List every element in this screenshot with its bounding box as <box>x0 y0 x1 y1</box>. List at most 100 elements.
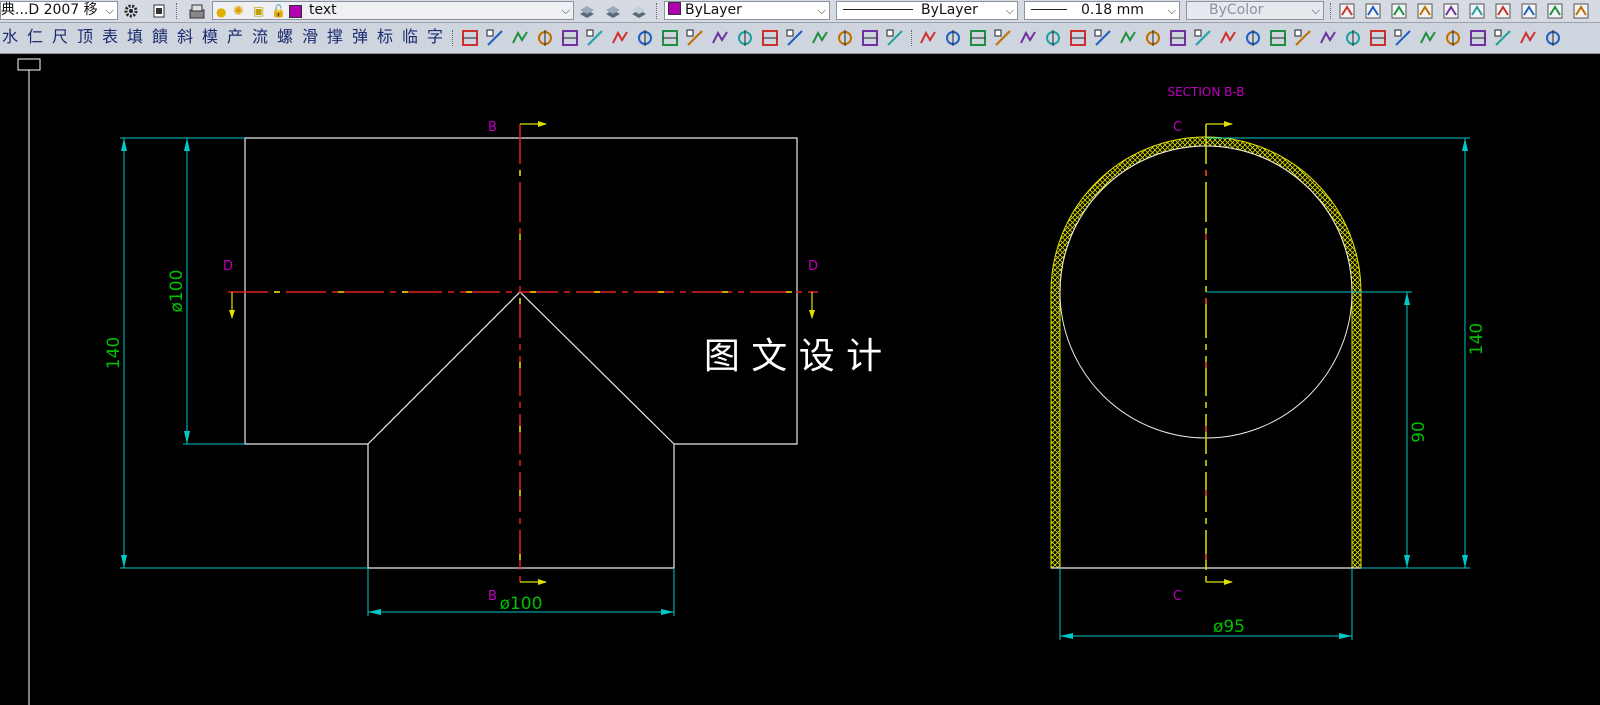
drawing-tool-icon[interactable] <box>1018 28 1038 48</box>
drawing-tool-icon[interactable] <box>485 28 505 48</box>
quick-tool-icon[interactable] <box>1364 2 1382 20</box>
drawing-tool-icon[interactable] <box>1543 28 1563 48</box>
drawing-tool-icon[interactable] <box>1118 28 1138 48</box>
section-arrow-c-bottom <box>1206 579 1233 585</box>
cjk-command-button[interactable]: 水 <box>0 27 20 47</box>
drawing-tool-icon[interactable] <box>760 28 780 48</box>
drawing-tool-icon[interactable] <box>968 28 988 48</box>
make-current-layer-icon[interactable] <box>578 2 596 20</box>
drawing-tool-icon[interactable] <box>1518 28 1538 48</box>
quick-tool-icon[interactable] <box>1520 2 1538 20</box>
drawing-tool-icon[interactable] <box>785 28 805 48</box>
drawing-tool-icon[interactable] <box>1143 28 1163 48</box>
quick-tool-icon[interactable] <box>1546 2 1564 20</box>
linetype-sample <box>843 9 913 10</box>
dim-text-section-140: 140 <box>1467 323 1487 355</box>
cjk-command-button[interactable]: 字 <box>425 27 445 47</box>
drawing-tool-icon[interactable] <box>510 28 530 48</box>
chevron-down-icon: ⌵ <box>1167 4 1176 17</box>
style-manager-icon[interactable] <box>150 2 168 20</box>
drawing-tool-icon[interactable] <box>810 28 830 48</box>
watermark-text: 图 文 设 计 <box>704 336 882 377</box>
drawing-tool-icon[interactable] <box>835 28 855 48</box>
drawing-tool-icon[interactable] <box>1243 28 1263 48</box>
cjk-command-button[interactable]: 流 <box>250 27 270 47</box>
drawing-tool-icon[interactable] <box>1343 28 1363 48</box>
drawing-tool-icon[interactable] <box>1193 28 1213 48</box>
drawing-tool-icon[interactable] <box>1293 28 1313 48</box>
tools-toolbar: 水仁尺顶表填饋斜模产流螺滑撑弹标临字 <box>0 23 1600 54</box>
linetype-dropdown[interactable]: ByLayer ⌵ <box>836 1 1018 20</box>
layer-properties-icon[interactable] <box>188 2 206 20</box>
drawing-tool-icon[interactable] <box>1218 28 1238 48</box>
color-dropdown[interactable]: ByLayer ⌵ <box>664 1 830 20</box>
drawing-tool-icon[interactable] <box>943 28 963 48</box>
drawing-tool-icon[interactable] <box>1443 28 1463 48</box>
drawing-tool-icon[interactable] <box>1493 28 1513 48</box>
quick-tool-icon[interactable] <box>1338 2 1356 20</box>
drawing-canvas[interactable]: B B D D 140 ø100 ø100 图 文 设 计 SECTION B-… <box>0 54 1600 705</box>
chevron-down-icon: ⌵ <box>561 4 570 17</box>
text-style-dropdown[interactable]: 典...D 2007 移 ⌵ <box>0 1 118 20</box>
drawing-tool-icon[interactable] <box>660 28 680 48</box>
cjk-command-button[interactable]: 仁 <box>25 27 45 47</box>
drawing-tool-icon[interactable] <box>1418 28 1438 48</box>
layer-color-swatch <box>289 5 302 18</box>
lineweight-sample <box>1031 9 1067 10</box>
drawing-tool-icon[interactable] <box>1368 28 1388 48</box>
cjk-command-button[interactable]: 标 <box>375 27 395 47</box>
cjk-command-button[interactable]: 弹 <box>350 27 370 47</box>
drawing-tool-icon[interactable] <box>1468 28 1488 48</box>
quick-tool-icon[interactable] <box>1468 2 1486 20</box>
drawing-tool-icon[interactable] <box>1393 28 1413 48</box>
drawing-tool-icon[interactable] <box>1268 28 1288 48</box>
drawing-tool-icon[interactable] <box>460 28 480 48</box>
quick-tool-icon[interactable] <box>1416 2 1434 20</box>
cjk-command-button[interactable]: 饋 <box>150 27 170 47</box>
cjk-command-button[interactable]: 产 <box>225 27 245 47</box>
drawing-tool-icon[interactable] <box>1068 28 1088 48</box>
lineweight-dropdown[interactable]: 0.18 mm ⌵ <box>1024 1 1180 20</box>
layer-name: text <box>309 2 337 18</box>
cjk-command-button[interactable]: 螺 <box>275 27 295 47</box>
drawing-tool-icon[interactable] <box>993 28 1013 48</box>
cjk-command-button[interactable]: 顶 <box>75 27 95 47</box>
quick-tool-icon[interactable] <box>1572 2 1590 20</box>
cjk-command-button[interactable]: 临 <box>400 27 420 47</box>
drawing-tool-icon[interactable] <box>710 28 730 48</box>
layer-dropdown[interactable]: ● ✺ ▣ 🔓 text ⌵ <box>212 1 574 20</box>
text-style-value: 典...D 2007 移 <box>1 2 98 18</box>
cjk-command-button[interactable]: 填 <box>125 27 145 47</box>
drawing-tool-icon[interactable] <box>1093 28 1113 48</box>
drawing-tool-icon[interactable] <box>918 28 938 48</box>
intersection-line <box>367 291 675 445</box>
cjk-command-button[interactable]: 撑 <box>325 27 345 47</box>
drawing-tool-icon[interactable] <box>535 28 555 48</box>
drawing-tool-icon[interactable] <box>610 28 630 48</box>
dim-text-95: ø95 <box>1213 617 1245 637</box>
dimension-bottom-diameter: ø100 <box>367 568 675 616</box>
cjk-command-button[interactable]: 斜 <box>175 27 195 47</box>
drawing-tool-icon[interactable] <box>635 28 655 48</box>
drawing-tool-icon[interactable] <box>685 28 705 48</box>
chevron-down-icon: ⌵ <box>817 4 826 17</box>
drawing-tool-icon[interactable] <box>860 28 880 48</box>
layer-previous-icon[interactable] <box>604 2 622 20</box>
gear-icon[interactable] <box>122 2 140 20</box>
drawing-tool-icon[interactable] <box>560 28 580 48</box>
drawing-tool-icon[interactable] <box>1168 28 1188 48</box>
cjk-command-button[interactable]: 尺 <box>50 27 70 47</box>
layer-states-icon[interactable] <box>630 2 648 20</box>
cjk-command-button[interactable]: 表 <box>100 27 120 47</box>
cjk-command-button[interactable]: 模 <box>200 27 220 47</box>
drawing-tool-icon[interactable] <box>885 28 905 48</box>
drawing-tool-icon[interactable] <box>1043 28 1063 48</box>
drawing-tool-icon[interactable] <box>735 28 755 48</box>
quick-tool-icon[interactable] <box>1390 2 1408 20</box>
quick-tool-icon[interactable] <box>1494 2 1512 20</box>
drawing-tool-icon[interactable] <box>1318 28 1338 48</box>
drawing-tool-icon[interactable] <box>585 28 605 48</box>
color-swatch <box>668 2 681 15</box>
cjk-command-button[interactable]: 滑 <box>300 27 320 47</box>
quick-tool-icon[interactable] <box>1442 2 1460 20</box>
